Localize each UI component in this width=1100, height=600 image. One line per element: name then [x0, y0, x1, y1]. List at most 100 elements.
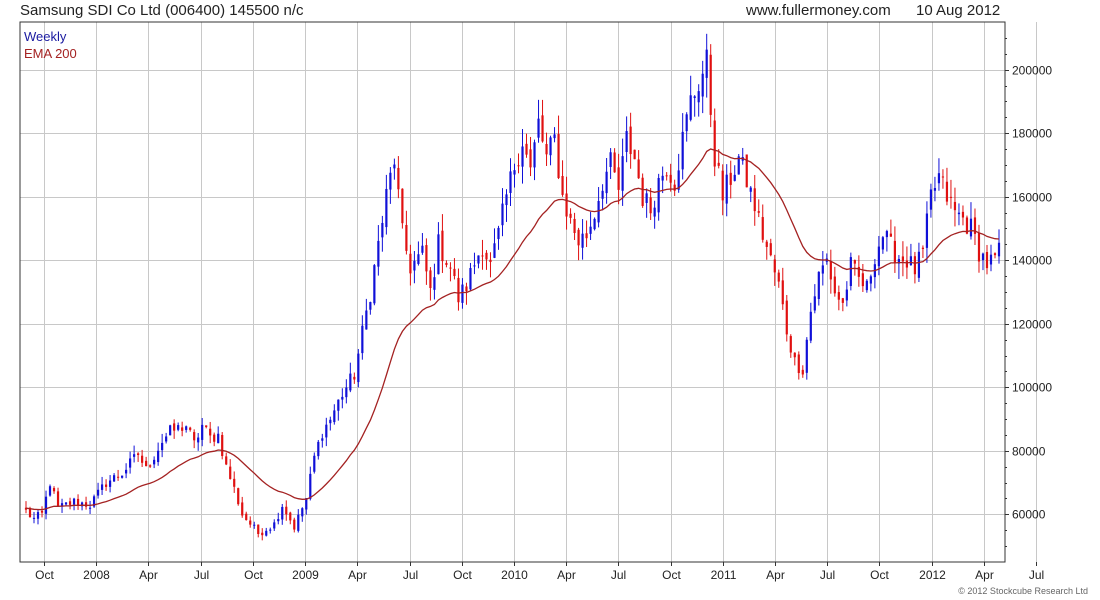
candle-body	[333, 410, 336, 423]
candle-body	[545, 144, 548, 155]
candle-body	[145, 460, 148, 467]
candle-body	[673, 184, 676, 191]
candle-body	[829, 261, 832, 280]
candle-body	[325, 424, 328, 438]
candle-body	[645, 193, 648, 203]
candle-body	[465, 286, 468, 292]
x-tick-label: Apr	[766, 568, 785, 582]
price-chart: 60000 80000 100000 120000 140000 160000 180000…	[19, 21, 1052, 582]
candle-body	[557, 134, 560, 179]
x-tick-label: 2012	[919, 568, 946, 582]
candle-body	[997, 242, 1001, 257]
x-axis: Oct 2008 Apr Jul Oct 2009 Apr Jul Oct 2010 Apr Jul O…	[35, 562, 1044, 582]
candle-body	[225, 456, 228, 465]
x-tick-label: Jul	[820, 568, 835, 582]
candle-body	[177, 425, 180, 430]
candle-body	[409, 253, 412, 274]
y-tick-label: 180000	[1012, 127, 1052, 141]
candle-body	[293, 519, 296, 530]
candle-body	[133, 454, 136, 457]
candle-body	[765, 241, 768, 247]
candle-body	[52, 488, 56, 492]
candle-body	[257, 524, 260, 535]
candle-body	[157, 450, 160, 463]
candle-body	[413, 260, 416, 271]
candle-body	[116, 476, 120, 478]
candle-body	[209, 428, 212, 436]
candle-body	[969, 218, 973, 237]
candle-body	[96, 489, 100, 496]
candle-body	[581, 233, 584, 248]
candle-body	[161, 442, 164, 451]
candle-body	[785, 300, 788, 335]
candle-body	[425, 245, 428, 272]
candle-body	[593, 218, 596, 230]
candle-body	[261, 532, 264, 536]
x-tick-label: Apr	[557, 568, 576, 582]
y-tick-label: 160000	[1012, 191, 1052, 205]
candle-body	[345, 387, 348, 398]
candle-body	[669, 174, 672, 183]
candle-body	[393, 164, 396, 169]
candle-body	[88, 507, 92, 509]
candle-body	[793, 352, 796, 358]
candle-body	[701, 73, 704, 97]
candle-body	[781, 280, 784, 305]
candle-body	[809, 311, 812, 341]
candle-body	[445, 262, 448, 265]
candle-body	[321, 438, 324, 441]
x-tick-label: Jul	[194, 568, 209, 582]
x-tick-label: 2008	[83, 568, 110, 582]
candle-body	[565, 193, 568, 217]
x-tick-label: Oct	[870, 568, 889, 582]
candle-body	[153, 459, 156, 465]
candle-body	[721, 170, 724, 201]
candle-body	[173, 423, 176, 431]
x-tick-label: Apr	[139, 568, 158, 582]
candle-body	[797, 354, 800, 374]
candle-body	[537, 118, 540, 138]
x-tick-label: 2009	[292, 568, 319, 582]
y-tick-label: 140000	[1012, 254, 1052, 268]
candle-body	[853, 260, 856, 264]
candle-body	[369, 302, 372, 310]
legend-weekly: Weekly	[24, 29, 67, 44]
candle-body	[729, 172, 732, 185]
candle-body	[913, 256, 917, 275]
candle-body	[725, 174, 728, 204]
candle-body	[713, 120, 716, 167]
candle-body	[861, 273, 864, 287]
candle-body	[485, 252, 488, 260]
candle-body	[32, 517, 36, 519]
candle-body	[993, 253, 997, 256]
candle-body	[429, 270, 432, 289]
candle-body	[753, 188, 756, 212]
candle-body	[681, 131, 684, 170]
candle-body	[553, 134, 556, 139]
x-tick-label: Apr	[975, 568, 994, 582]
candle-body	[421, 245, 424, 253]
candle-body	[981, 253, 985, 261]
candle-body	[789, 336, 792, 353]
copyright-notice: © 2012 Stockcube Research Ltd	[958, 586, 1088, 596]
candle-body	[533, 142, 536, 168]
candle-body	[989, 254, 993, 265]
candle-body	[945, 181, 949, 202]
candle-body	[505, 194, 508, 206]
candle-body	[849, 257, 852, 287]
candle-body	[885, 231, 888, 238]
candle-body	[601, 190, 604, 199]
candle-body	[189, 427, 192, 430]
candle-body	[821, 265, 824, 274]
candle-body	[609, 152, 612, 167]
candle-body	[265, 530, 268, 536]
gridlines	[20, 22, 1037, 562]
candle-body	[28, 508, 32, 517]
candle-body	[957, 212, 961, 215]
candle-body	[577, 229, 580, 246]
candle-body	[365, 310, 368, 330]
candle-body	[589, 226, 592, 234]
candle-body	[881, 237, 884, 250]
candle-body	[68, 501, 72, 505]
candle-body	[905, 260, 909, 268]
